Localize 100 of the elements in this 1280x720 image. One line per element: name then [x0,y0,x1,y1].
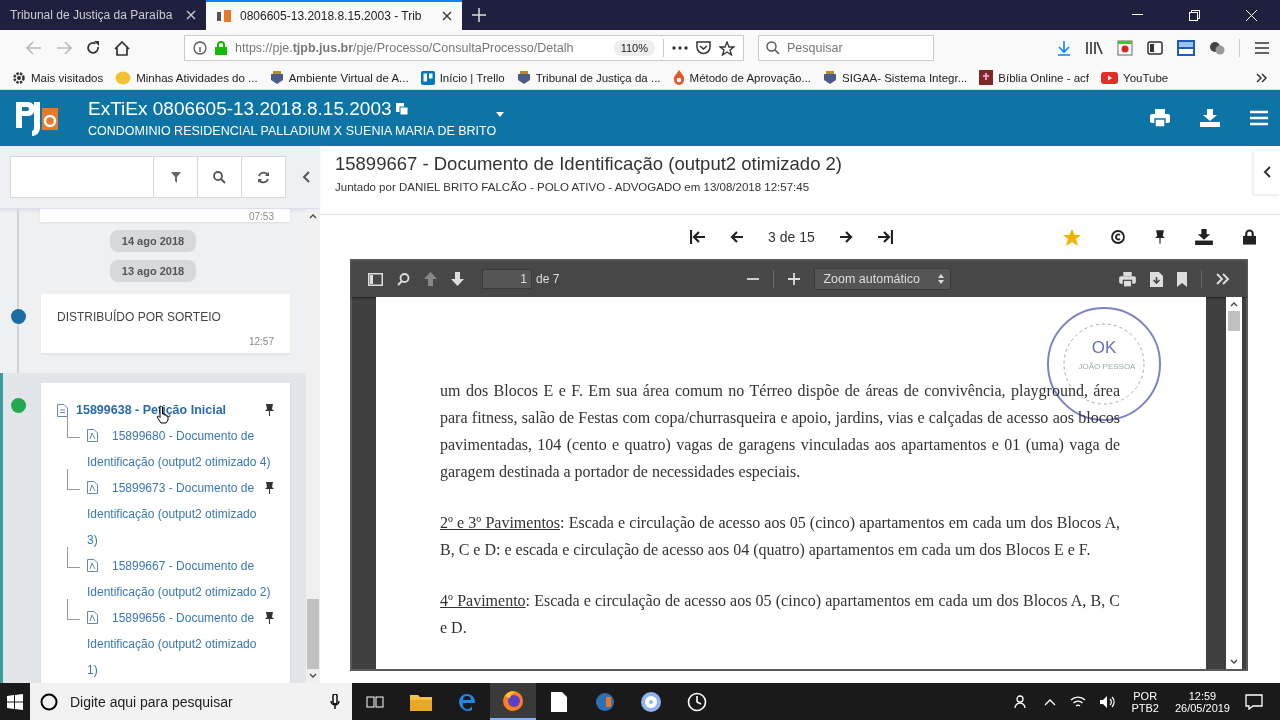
scrollbar-thumb[interactable] [307,599,319,669]
new-tab-icon[interactable] [472,8,486,22]
pin-icon[interactable] [1155,230,1165,244]
emblem-icon [269,70,284,85]
print-icon[interactable] [1150,109,1170,127]
library-icon[interactable] [1085,41,1103,55]
copy-icon[interactable] [395,103,408,115]
event-card[interactable] [41,383,290,683]
last-page-icon[interactable] [876,230,893,244]
sidebar-toggle-icon[interactable] [368,272,383,286]
zoom-level[interactable]: 110% [613,40,655,56]
clock[interactable]: 12:59 26/05/2019 [1174,689,1230,714]
bookmark-star-icon[interactable] [719,40,735,56]
input-language[interactable]: POR PTB2 [1131,689,1159,714]
bookmark-link[interactable]: Tribunal de Justiça da ... [516,70,661,85]
zoom-select[interactable]: Zoom automático [814,268,951,290]
document-link[interactable]: 15899680 - Documento de Identificação (output2 otimizado 4) [87,423,274,475]
flame-icon [672,70,685,85]
restore-icon[interactable] [1189,9,1200,21]
zoom-in-icon[interactable] [788,273,801,285]
address-bar[interactable]: https://pje.tjpb.jus.br/pje/Processo/ConsultaProcesso/Detalh 110% [184,35,744,61]
document-paragraph: 4º Pavimento: Escada e circulação de acesso aos 05 (cinco) apartamentos em cada um dos Blocos A, B, C e D. [440,591,1120,638]
caret-icon[interactable] [496,112,505,117]
document-icon [57,403,68,417]
search-circle-icon [40,693,58,711]
collapse-icon[interactable] [302,171,310,183]
sidebar-icon[interactable] [1147,41,1163,55]
pocket-icon[interactable] [696,41,711,55]
browser-tab[interactable]: Tribunal de Justiça da Paraíba [0,0,206,30]
minimize-icon[interactable] [1132,14,1143,16]
scroll-down-icon[interactable] [309,673,317,679]
microphone-icon[interactable] [330,694,340,710]
search-icon[interactable] [397,272,410,286]
copyright-icon[interactable] [1111,230,1125,244]
reel-icon [640,690,662,713]
gear-icon [12,70,26,85]
document-link[interactable]: 15899667 - Documento de Identificação (output2 otimizado 2) [87,553,274,605]
lock-icon[interactable] [1243,229,1256,245]
scroll-up-icon[interactable] [309,213,317,219]
scrollbar-thumb[interactable] [1228,311,1240,331]
extension-icon[interactable] [1117,40,1133,56]
first-page-icon[interactable] [690,230,706,244]
bookmark-link[interactable]: Minhas Atividades do ... [115,70,258,85]
windows-start-icon[interactable] [7,693,23,710]
document-title: 15899667 - Documento de Identificação (output2 otimizado 2) [335,153,843,175]
next-page-icon[interactable] [838,230,853,244]
download-icon[interactable] [1195,229,1213,245]
task-view-icon [366,693,384,710]
emblem-icon [823,70,837,85]
folder-icon [410,692,432,711]
pin-icon[interactable] [265,612,274,624]
caret-up-icon[interactable] [1044,697,1057,706]
event-time: 12:57 [248,336,274,347]
pin-icon[interactable] [265,404,274,416]
bookmark-link[interactable]: Ambiente Virtual de A... [269,70,409,85]
print-icon[interactable] [1119,271,1136,287]
bookmark-link[interactable]: Início | Trello [420,70,505,85]
extension-icon[interactable] [1209,41,1225,55]
pdf-file-icon [87,429,98,442]
bookmark-icon[interactable] [1177,271,1187,287]
board-icon [420,70,435,85]
tree-connector [67,469,80,490]
document-link[interactable]: 15899656 - Documento de Identificação (output2 otimizado 1) [87,605,263,683]
expand-panel-button[interactable] [1254,150,1280,194]
bookmark-link[interactable]: YouTube [1101,71,1169,84]
search-icon [213,170,226,184]
search-field[interactable]: Pesquisar [758,35,934,61]
menu-icon[interactable] [1254,41,1270,55]
event-card[interactable]: DISTRIBUÍDO POR SORTEIO 12:57 [41,294,290,353]
bookmark-link[interactable]: Método de Aprovação... [672,70,811,85]
pin-icon[interactable] [265,482,274,494]
search-field[interactable]: Digite aqui para pesquisar [30,683,352,720]
filter-icon [170,171,181,183]
wifi-icon[interactable] [1070,695,1087,708]
speaker-icon[interactable] [1100,694,1117,709]
reload-icon[interactable] [86,41,100,55]
close-icon[interactable] [442,11,452,21]
save-icon[interactable] [1150,271,1163,287]
notification-icon[interactable] [1245,693,1263,710]
bookmark-link[interactable]: SIGAA- Sistema Integr... [823,70,968,85]
bookmark-link[interactable]: Mais visitados [12,70,104,85]
more-icon[interactable] [672,46,688,50]
page-indicator: 3 de 15 [768,229,815,245]
down-arrow-icon[interactable] [451,272,464,286]
app-circle-icon [595,691,615,712]
document-link[interactable]: 15899673 - Documento de Identificação (output2 otimizado 3) [87,475,263,553]
news-icon[interactable] [1177,40,1195,56]
bookmark-link[interactable]: Bíblia Online - acf [979,70,1090,85]
updown-caret-icon [938,274,944,284]
previous-page-icon[interactable] [730,230,744,244]
page-count: de 7 [536,272,560,286]
page-number-field[interactable]: 1 [482,269,532,289]
star-icon[interactable] [1063,228,1081,246]
up-arrow-icon[interactable] [424,272,437,286]
browser-tab[interactable]: 0806605-13.2018.8.15.2003 - Trib [206,0,462,30]
chevron-double-icon[interactable] [1256,72,1268,83]
scrollbar[interactable] [1226,297,1242,669]
scroll-down-icon[interactable] [1230,659,1238,665]
home-icon[interactable] [114,40,130,56]
scroll-up-icon[interactable] [1230,301,1238,307]
